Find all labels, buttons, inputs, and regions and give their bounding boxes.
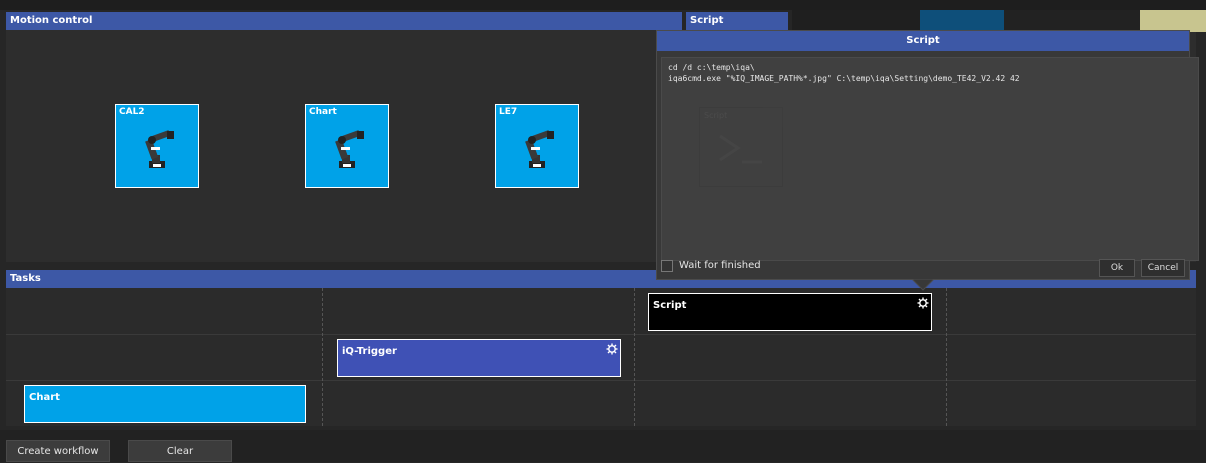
script-panel-header: Script bbox=[686, 12, 788, 30]
top-strip bbox=[0, 0, 1206, 10]
grid-row-divider bbox=[6, 334, 1196, 335]
tasks-title: Tasks bbox=[10, 273, 41, 284]
device-chart[interactable]: Chart bbox=[305, 104, 389, 188]
grid-column-divider bbox=[322, 288, 323, 426]
device-le7[interactable]: LE7 bbox=[495, 104, 579, 188]
color-swatch-dark[interactable] bbox=[792, 10, 920, 30]
device-label: CAL2 bbox=[119, 107, 145, 117]
grid-column-divider bbox=[634, 288, 635, 426]
task-block-label: Chart bbox=[29, 392, 60, 403]
dialog-pointer-arrow bbox=[912, 279, 934, 291]
device-label: LE7 bbox=[499, 107, 518, 117]
task-block-label: Script bbox=[653, 300, 687, 311]
gear-icon[interactable] bbox=[917, 297, 929, 309]
script-panel-title: Script bbox=[690, 15, 724, 26]
task-block-script[interactable]: Script bbox=[648, 293, 932, 331]
task-block-iq-trigger[interactable]: iQ-Trigger bbox=[337, 339, 621, 377]
robot-arm-icon bbox=[335, 130, 364, 168]
faded-script-tile: Script bbox=[699, 107, 783, 187]
terminal-prompt-icon bbox=[719, 134, 762, 164]
task-block-chart[interactable]: Chart bbox=[24, 385, 306, 423]
motion-control-header: Motion control bbox=[6, 12, 682, 30]
create-workflow-button[interactable]: Create workflow bbox=[6, 440, 110, 462]
device-label: Chart bbox=[309, 107, 337, 117]
wait-for-finished-label: Wait for finished bbox=[679, 260, 761, 271]
device-cal2[interactable]: CAL2 bbox=[115, 104, 199, 188]
color-swatch-blue[interactable] bbox=[920, 10, 1004, 30]
dialog-title: Script bbox=[657, 31, 1189, 51]
grid-column-divider bbox=[946, 288, 947, 426]
gear-icon[interactable] bbox=[606, 343, 618, 355]
robot-arm-icon bbox=[145, 130, 174, 168]
color-swatch-khaki[interactable] bbox=[1140, 10, 1206, 32]
color-swatch-charcoal[interactable] bbox=[1004, 10, 1140, 30]
task-block-label: iQ-Trigger bbox=[342, 346, 397, 357]
clear-button[interactable]: Clear bbox=[128, 440, 232, 462]
ok-button[interactable]: Ok bbox=[1099, 259, 1135, 277]
script-dialog: Script cd /d c:\temp\iqa\ iqa6cmd.exe "%… bbox=[656, 30, 1199, 280]
grid-row-divider bbox=[6, 380, 1196, 381]
cancel-button[interactable]: Cancel bbox=[1141, 259, 1185, 277]
motion-control-title: Motion control bbox=[10, 15, 93, 26]
faded-tile-label: Script bbox=[704, 111, 728, 120]
robot-arm-icon bbox=[525, 130, 554, 168]
wait-for-finished-checkbox[interactable] bbox=[661, 260, 673, 272]
